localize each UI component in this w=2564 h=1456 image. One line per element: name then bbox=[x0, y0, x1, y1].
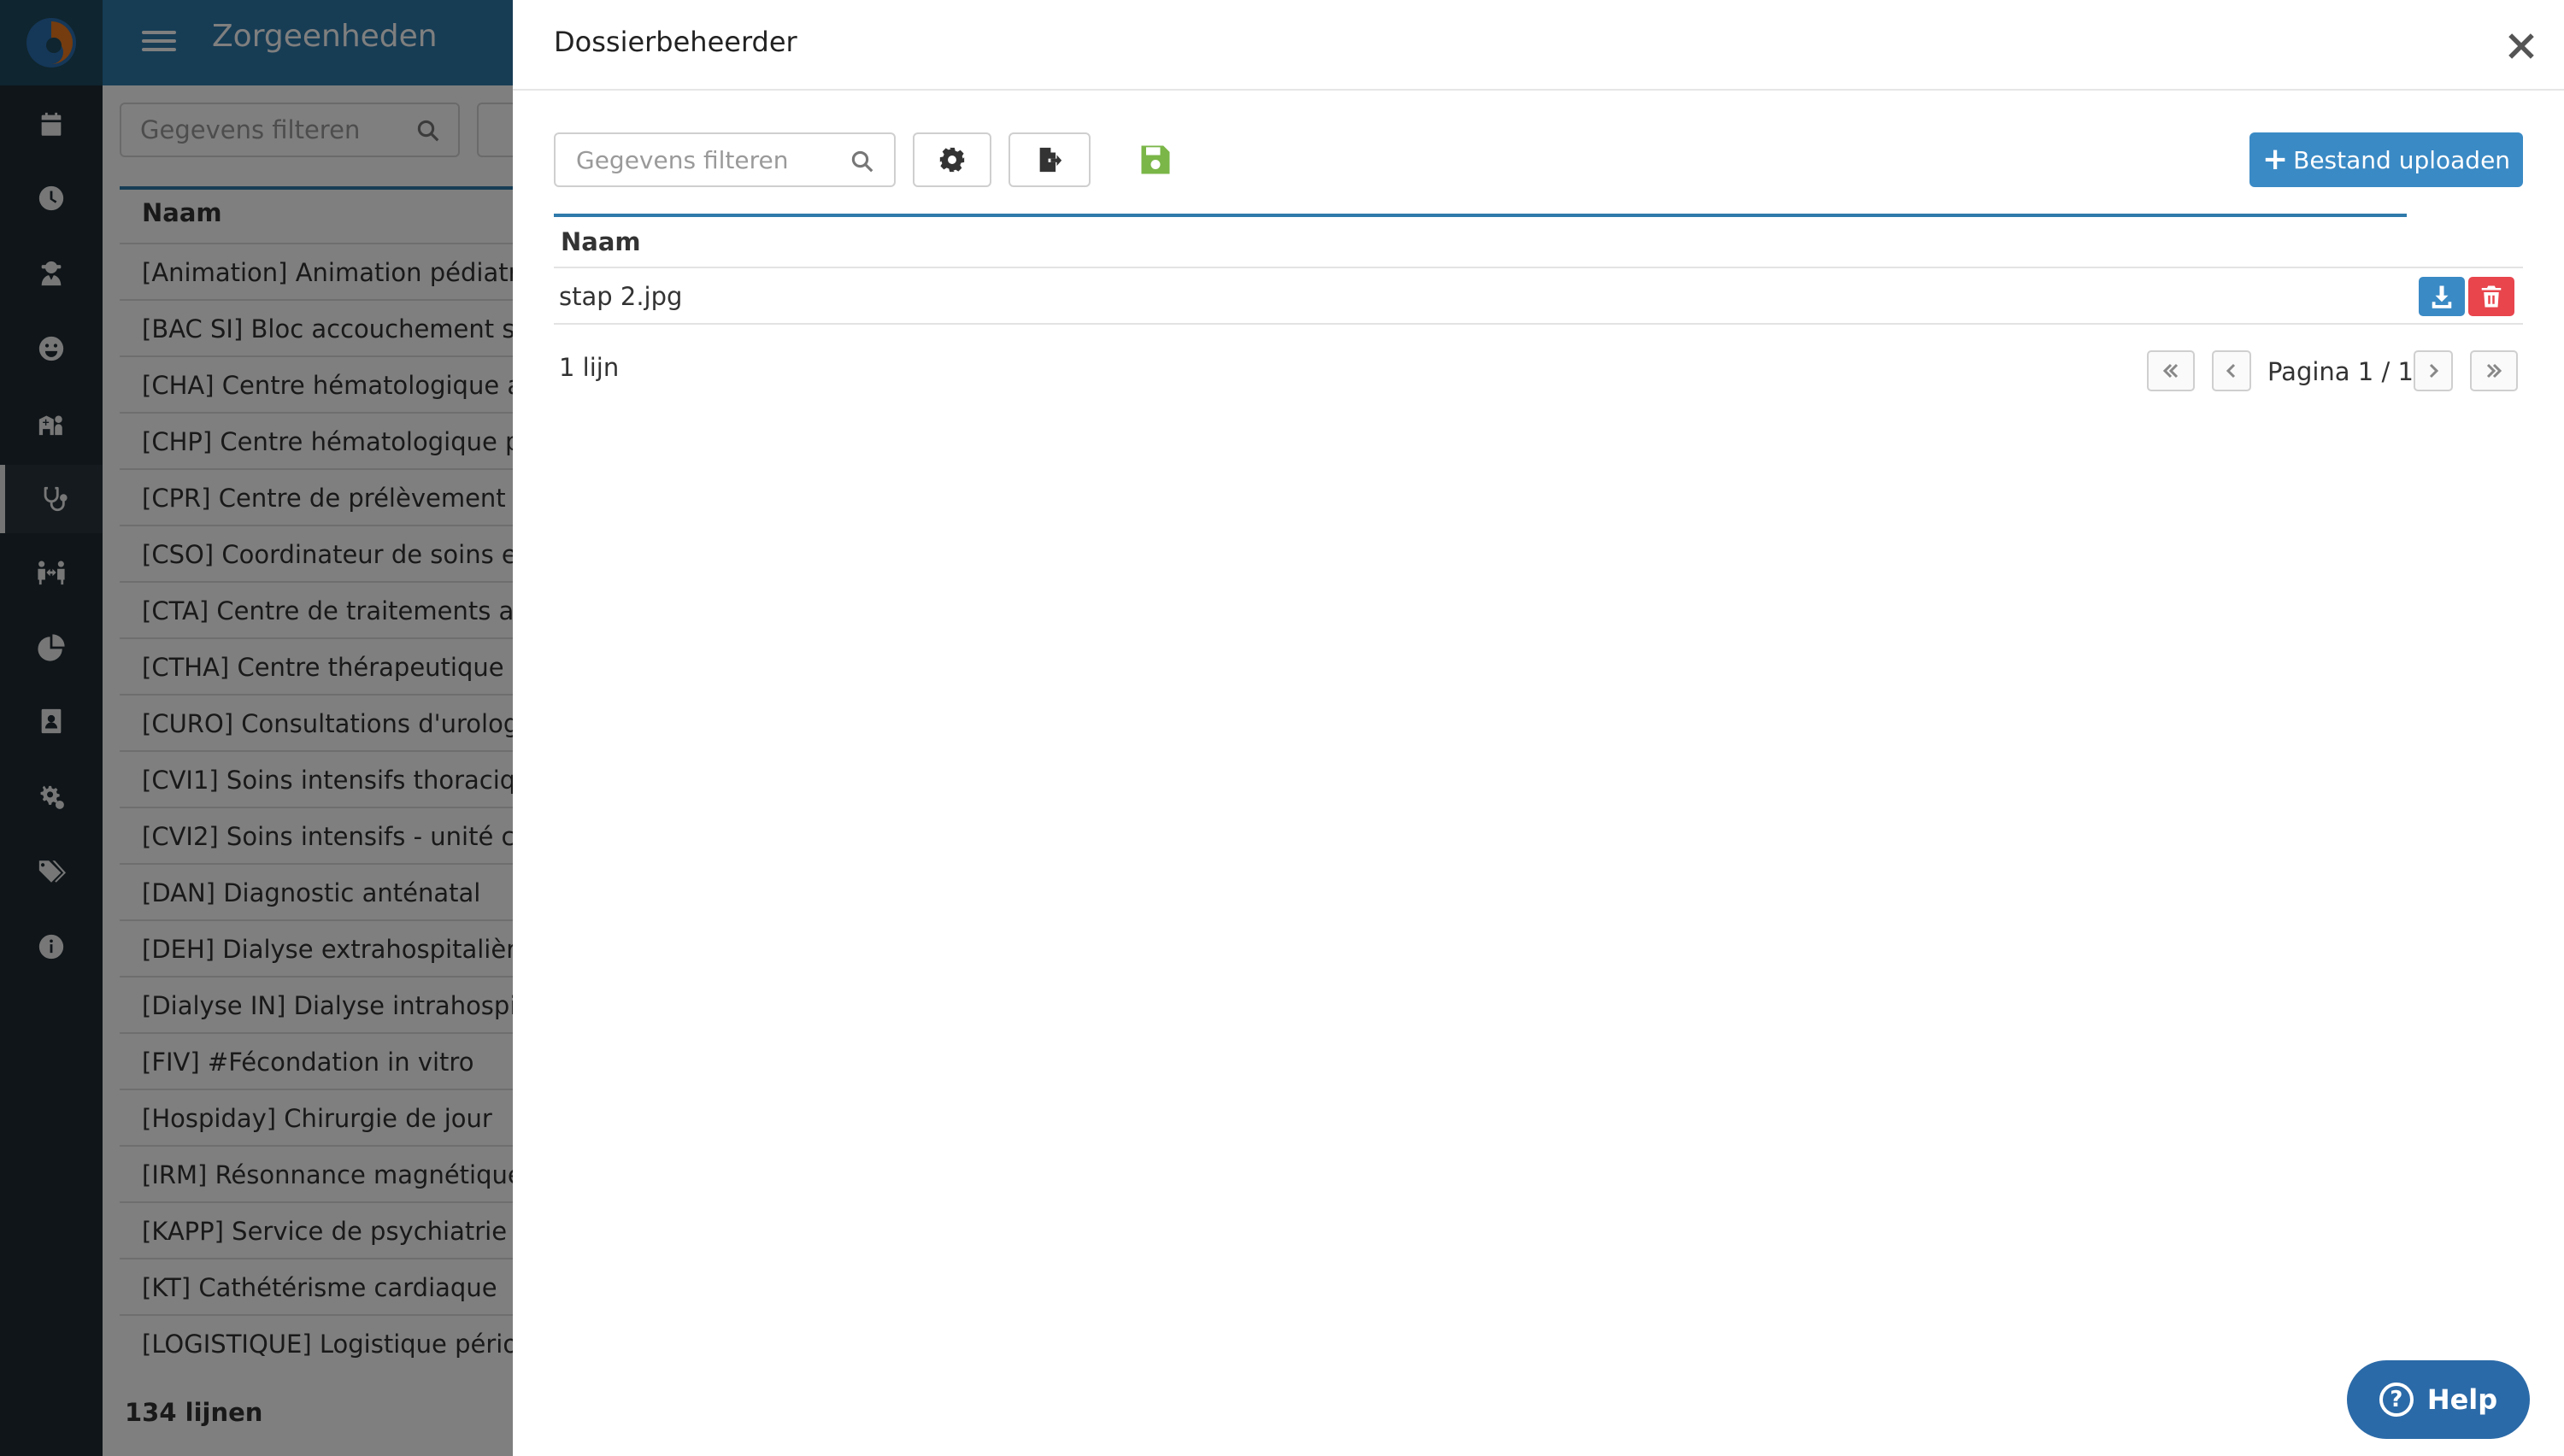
next-page-button[interactable] bbox=[2414, 350, 2453, 391]
column-name[interactable]: Naam bbox=[561, 227, 641, 256]
file-search-field[interactable] bbox=[554, 132, 896, 187]
download-icon bbox=[2432, 285, 2452, 308]
double-chevron-right-icon bbox=[2486, 363, 2502, 379]
download-button[interactable] bbox=[2419, 277, 2465, 316]
drawer-header: Dossierbeheerder bbox=[513, 0, 2564, 91]
chevron-left-icon bbox=[2226, 363, 2236, 379]
search-icon bbox=[851, 150, 873, 173]
gear-icon bbox=[939, 147, 965, 173]
close-icon bbox=[2508, 33, 2534, 59]
pagination-label: Pagina 1 / 1 bbox=[2267, 357, 2414, 386]
help-button[interactable]: ? Help bbox=[2347, 1360, 2530, 1439]
file-table-header: Naam bbox=[554, 214, 2523, 268]
first-page-button[interactable] bbox=[2147, 350, 2195, 391]
table-row[interactable]: stap 2.jpg bbox=[554, 268, 2523, 325]
trash-icon bbox=[2481, 285, 2502, 308]
file-export-icon bbox=[1039, 147, 1062, 173]
drawer-title: Dossierbeheerder bbox=[554, 26, 797, 58]
row-count: 1 lijn bbox=[559, 353, 620, 382]
file-manager-drawer: Dossierbeheerder + Bestand uploaden Naam… bbox=[513, 0, 2564, 1456]
table-header-accent bbox=[554, 214, 2407, 217]
plus-icon: + bbox=[2261, 142, 2289, 177]
file-search-input[interactable] bbox=[574, 144, 831, 175]
chevron-right-icon bbox=[2429, 363, 2439, 379]
settings-button[interactable] bbox=[913, 132, 991, 187]
save-icon bbox=[1141, 145, 1170, 174]
last-page-button[interactable] bbox=[2470, 350, 2518, 391]
upload-file-label: Bestand uploaden bbox=[2293, 145, 2511, 174]
previous-page-button[interactable] bbox=[2212, 350, 2251, 391]
question-circle-icon: ? bbox=[2379, 1383, 2414, 1417]
upload-file-button[interactable]: + Bestand uploaden bbox=[2249, 132, 2523, 187]
double-chevron-left-icon bbox=[2162, 363, 2179, 379]
delete-button[interactable] bbox=[2468, 277, 2514, 316]
export-button[interactable] bbox=[1009, 132, 1091, 187]
help-label: Help bbox=[2426, 1383, 2498, 1416]
file-name: stap 2.jpg bbox=[559, 282, 683, 311]
save-button[interactable] bbox=[1137, 141, 1174, 179]
close-button[interactable] bbox=[2502, 27, 2540, 65]
